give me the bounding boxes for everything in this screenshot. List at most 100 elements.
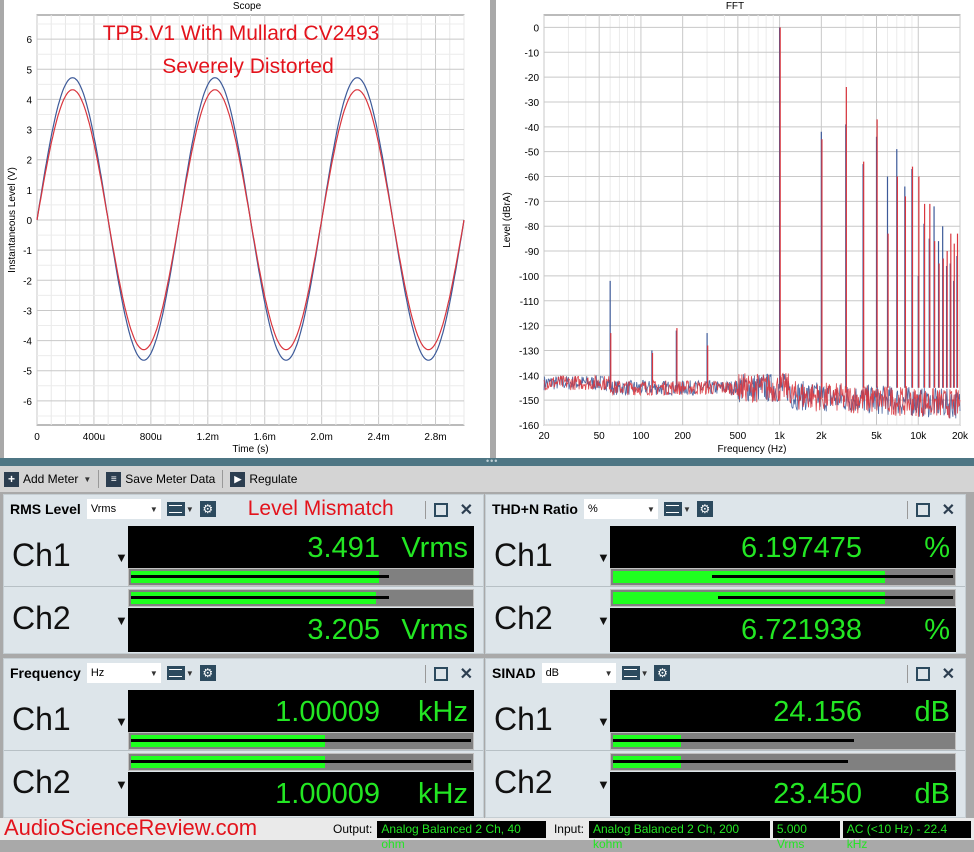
x-tick-label: 100 xyxy=(633,431,650,442)
chart-view-icon[interactable] xyxy=(166,502,185,516)
x-tick-label: 800u xyxy=(140,432,162,443)
unit-select[interactable]: % ▼ xyxy=(583,499,658,519)
ch1-readout: 24.156 dB xyxy=(610,690,956,734)
fft-chart[interactable]: 0 -10 -20 -30 -40 -50 -60 -70 -80 -90 -100 -110 -120… xyxy=(496,0,974,458)
ch1-unit: dB xyxy=(914,695,950,728)
close-icon[interactable]: ✕ xyxy=(460,664,473,684)
y-tick-label: 1 xyxy=(26,186,32,197)
meter-freq: Frequency Hz ▼ ▼ ⚙ ✕ Ch1 ▼ 1.00009 kHz C… xyxy=(3,658,484,818)
ch2-dropdown-arrow[interactable]: ▼ xyxy=(597,777,610,792)
scope-title: Scope xyxy=(232,1,262,12)
x-tick-label: 20k xyxy=(952,431,969,442)
chevron-down-icon[interactable]: ▼ xyxy=(641,669,649,678)
ch2-readout: 1.00009 kHz xyxy=(128,772,474,816)
y-tick-label: 6 xyxy=(26,35,32,46)
gear-icon[interactable]: ⚙ xyxy=(199,501,216,517)
y-tick-label: -60 xyxy=(525,173,540,184)
chevron-down-icon[interactable]: ▼ xyxy=(683,505,691,514)
chevron-down-icon[interactable]: ▼ xyxy=(186,669,194,678)
x-tick-label: 2.8m xyxy=(424,432,446,443)
output-label: Output: xyxy=(333,822,373,836)
chart-view-icon[interactable] xyxy=(663,502,682,516)
y-tick-label: -50 xyxy=(525,148,540,159)
x-tick-label: 0 xyxy=(34,432,40,443)
level-value[interactable]: 5.000 Vrms xyxy=(772,820,840,851)
ch1-dropdown-arrow[interactable]: ▼ xyxy=(115,714,128,729)
ch2-readout: 3.205 Vrms xyxy=(128,608,474,652)
ch2-readout: 23.450 dB xyxy=(610,772,956,816)
ch2-dropdown-arrow[interactable]: ▼ xyxy=(115,613,128,628)
scope-panel: Scope -6 -5 -4 -3 -2 -1 0 1 2 3 4 5 6 0 400u 800u 1.2m 1.… xyxy=(4,0,490,458)
splitter-grip-icon: ••• xyxy=(486,456,499,466)
unit-select-value: % xyxy=(587,503,598,515)
gear-icon[interactable]: ⚙ xyxy=(696,501,713,517)
unit-select-value: Hz xyxy=(90,667,105,679)
scope-chart[interactable]: -6 -5 -4 -3 -2 -1 0 1 2 3 4 5 6 0 400u 800u 1.2m 1.6m 2.0m… xyxy=(4,0,490,458)
ch1-level-bar xyxy=(128,732,474,750)
y-tick-label: -110 xyxy=(520,297,540,308)
x-tick-label: 2k xyxy=(816,431,828,442)
save-meter-data-button[interactable]: ≡ Save Meter Data xyxy=(102,469,219,489)
ch1-level-bar xyxy=(610,568,956,586)
ch2-value: 23.450 xyxy=(773,777,862,810)
ch2-dropdown-arrow[interactable]: ▼ xyxy=(115,777,128,792)
popout-icon[interactable] xyxy=(915,503,930,517)
meter-window-controls: ✕ xyxy=(906,664,955,684)
toolbar-divider xyxy=(222,470,224,488)
close-icon[interactable]: ✕ xyxy=(460,500,473,520)
chevron-down-icon[interactable]: ▼ xyxy=(186,505,194,514)
y-tick-label: -1 xyxy=(23,246,32,257)
gear-icon[interactable]: ⚙ xyxy=(654,665,671,681)
close-icon[interactable]: ✕ xyxy=(942,500,955,520)
popout-icon[interactable] xyxy=(433,667,448,681)
regulate-button[interactable]: ▶ Regulate xyxy=(226,469,301,489)
output-value[interactable]: Analog Balanced 2 Ch, 40 ohm xyxy=(377,820,546,851)
y-tick-label: -6 xyxy=(23,397,32,408)
regulate-label: Regulate xyxy=(249,472,298,486)
ch2-bar-peak-line xyxy=(718,596,953,599)
gear-icon[interactable]: ⚙ xyxy=(199,665,216,681)
chart-view-icon[interactable] xyxy=(166,666,185,680)
ch1-dropdown-arrow[interactable]: ▼ xyxy=(115,550,128,565)
fft-panel: FFT 0 -10 -20 -30 -40 -50 -60 -70 -80 -90 -100 -110… xyxy=(496,0,974,458)
unit-select[interactable]: dB ▼ xyxy=(541,663,616,683)
channel-divider xyxy=(486,586,965,587)
ch1-readout: 6.197475 % xyxy=(610,526,956,570)
x-tick-label: 2.4m xyxy=(367,432,389,443)
x-tick-label: 500 xyxy=(730,431,747,442)
ch1-readout: 1.00009 kHz xyxy=(128,690,474,734)
ch2-dropdown-arrow[interactable]: ▼ xyxy=(597,613,610,628)
y-tick-label: -150 xyxy=(519,396,539,407)
ch2-value: 6.721938 xyxy=(741,613,862,646)
y-tick-label: -20 xyxy=(525,73,540,84)
meter-title: THD+N Ratio xyxy=(492,501,578,517)
ch1-dropdown-arrow[interactable]: ▼ xyxy=(597,550,610,565)
channel-divider xyxy=(4,750,483,751)
ch1-unit: kHz xyxy=(418,695,468,728)
input-value[interactable]: Analog Balanced 2 Ch, 200 kohm xyxy=(589,820,770,851)
ch1-dropdown-arrow[interactable]: ▼ xyxy=(597,714,610,729)
ch1-unit: Vrms xyxy=(401,531,468,564)
popout-icon[interactable] xyxy=(433,503,448,517)
ch2-level-bar xyxy=(128,589,474,607)
unit-select[interactable]: Vrms ▼ xyxy=(86,499,161,519)
y-tick-label: -160 xyxy=(519,421,539,432)
ch2-value: 1.00009 xyxy=(275,777,380,810)
add-meter-button[interactable]: + Add Meter ▼ xyxy=(0,469,95,489)
y-tick-label: -120 xyxy=(519,322,539,333)
meter-header: Frequency Hz ▼ ▼ ⚙ ✕ xyxy=(4,659,483,687)
y-tick-label: -30 xyxy=(525,98,540,109)
x-tick-label: 5k xyxy=(871,431,883,442)
ch2-bar-peak-line xyxy=(613,760,848,763)
panel-splitter[interactable]: ••• xyxy=(0,456,974,466)
close-icon[interactable]: ✕ xyxy=(942,664,955,684)
brand-watermark: AudioScienceReview.com xyxy=(4,815,258,840)
unit-select[interactable]: Hz ▼ xyxy=(86,663,161,683)
chart-view-icon[interactable] xyxy=(621,666,640,680)
chart-annotation-line1: TPB.V1 With Mullard CV2493 xyxy=(103,22,380,45)
bandwidth-value[interactable]: AC (<10 Hz) - 22.4 kHz xyxy=(842,820,972,851)
chevron-down-icon: ▼ xyxy=(149,668,158,678)
popout-icon[interactable] xyxy=(915,667,930,681)
channel-divider xyxy=(4,586,483,587)
y-tick-label: 3 xyxy=(26,126,32,137)
